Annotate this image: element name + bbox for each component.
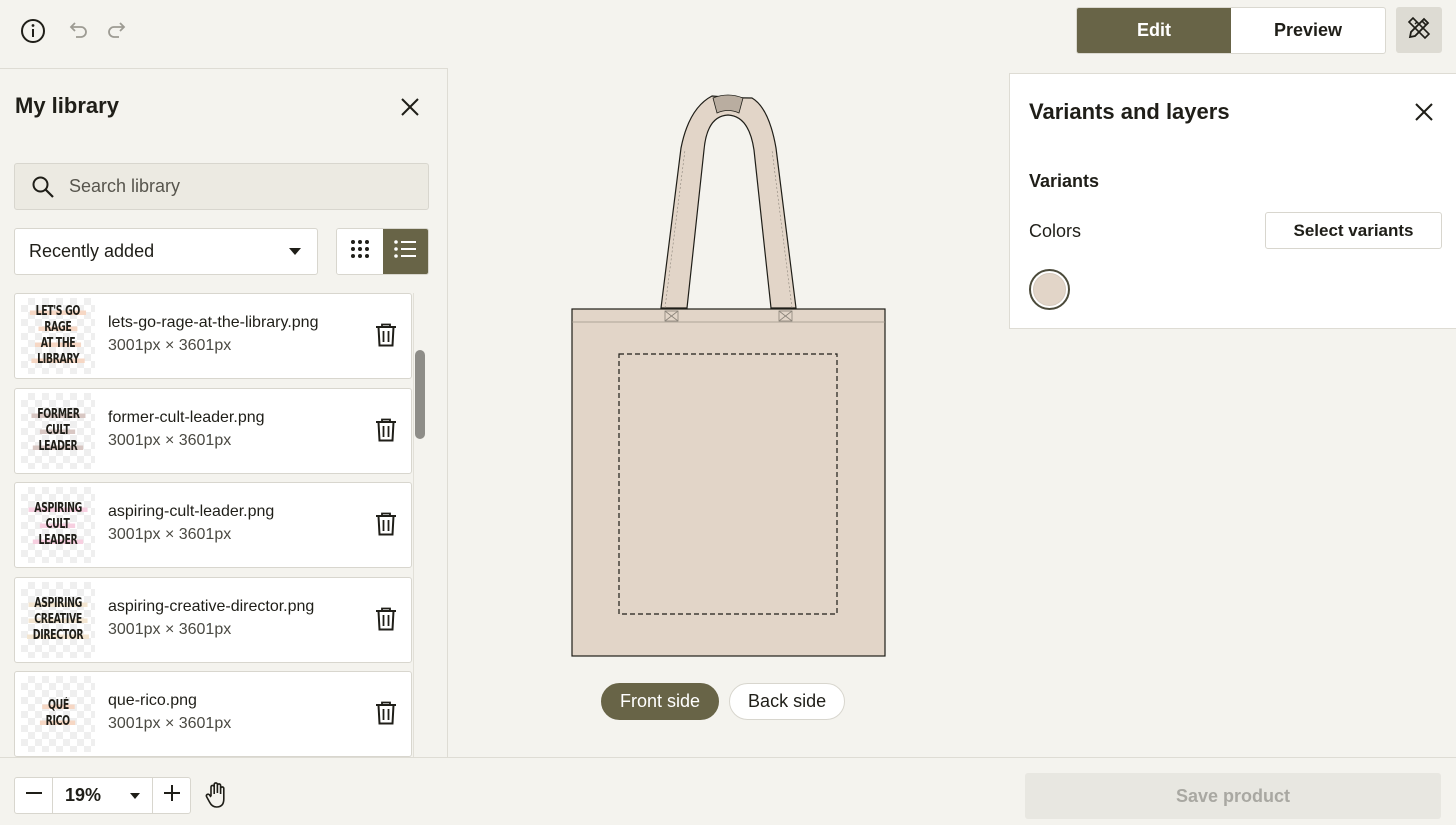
close-icon[interactable] [396, 93, 424, 121]
top-toolbar: Edit Preview [0, 0, 1456, 68]
thumbnail-text: DIRECTOR [27, 627, 89, 644]
thumbnail-text: CREATIVE [28, 611, 88, 628]
zoom-level-select[interactable]: 19% [52, 778, 153, 813]
trash-icon[interactable] [375, 418, 397, 447]
mode-switch: Edit Preview [1076, 7, 1386, 54]
library-title: My library [15, 93, 119, 118]
info-icon[interactable] [19, 17, 46, 44]
thumbnail-text: QUÉ [41, 698, 75, 714]
view-toggle [336, 228, 429, 275]
bottom-toolbar: 19% Save product [0, 757, 1456, 825]
thumbnail-text: LIBRARY [31, 352, 85, 368]
edit-mode-button[interactable]: Edit [1077, 8, 1231, 53]
design-canvas [449, 68, 1009, 757]
zoom-value: 19% [65, 785, 102, 805]
file-name: former-cult-leader.png [108, 408, 265, 426]
file-dimensions: 3001px × 3601px [108, 715, 232, 732]
file-name: que-rico.png [108, 692, 197, 709]
thumbnail-text: CULT [40, 422, 76, 439]
library-item[interactable]: FORMER CULT LEADER former-cult-leader.png 30… [14, 387, 412, 474]
trash-icon[interactable] [375, 701, 397, 730]
zoom-in-button[interactable] [153, 778, 190, 813]
design-tools-button[interactable] [1396, 7, 1442, 53]
grid-view-button[interactable] [337, 229, 383, 274]
image-thumbnail: ASPIRING CREATIVE DIRECTOR [21, 581, 95, 658]
plus-icon [163, 784, 181, 807]
hand-pan-icon[interactable] [203, 781, 231, 809]
library-panel: My library Recently added [0, 68, 448, 759]
redo-icon[interactable] [104, 18, 128, 42]
library-search [14, 163, 429, 210]
chevron-down-icon [289, 248, 301, 255]
search-input[interactable] [69, 164, 419, 209]
image-thumbnail: ASPIRING CULT LEADER [21, 487, 95, 563]
undo-icon[interactable] [67, 18, 91, 42]
color-swatch[interactable] [1029, 269, 1070, 310]
minus-icon [25, 784, 43, 807]
trash-icon[interactable] [375, 323, 397, 352]
library-item[interactable]: ASPIRING CREATIVE DIRECTOR aspiring-creativ… [14, 576, 412, 663]
zoom-control: 19% [14, 777, 191, 814]
thumbnail-text: LEADER [32, 438, 84, 455]
grid-icon [349, 238, 371, 265]
colors-label: Colors [1029, 221, 1082, 241]
library-item[interactable]: QUÉ RICO que-rico.png 3001px × 3601px [14, 671, 412, 757]
file-dimensions: 3001px × 3601px [108, 526, 232, 543]
back-side-button[interactable]: Back side [729, 683, 846, 720]
file-name: aspiring-creative-director.png [108, 597, 315, 615]
image-thumbnail: QUÉ RICO [21, 676, 95, 752]
library-item[interactable]: LET'S GO RAGE AT THE LIBRARY lets-go-rage-at… [14, 293, 412, 379]
file-name: aspiring-cult-leader.png [108, 503, 275, 520]
library-item[interactable]: ASPIRING CULT LEADER aspiring-cult-leader.p… [14, 482, 412, 568]
side-switch: Front side Back side [601, 683, 846, 720]
close-icon[interactable] [1410, 98, 1438, 126]
thumbnail-text: CULT [40, 517, 76, 533]
scrollbar-thumb[interactable] [415, 350, 425, 439]
library-scrollbar[interactable] [413, 293, 427, 759]
front-side-button[interactable]: Front side [601, 683, 720, 720]
file-dimensions: 3001px × 3601px [108, 337, 232, 354]
file-dimensions: 3001px × 3601px [108, 620, 232, 638]
sort-value: Recently added [29, 241, 155, 261]
zoom-out-button[interactable] [15, 778, 52, 813]
trash-icon[interactable] [375, 512, 397, 541]
image-thumbnail: FORMER CULT LEADER [21, 392, 95, 469]
file-dimensions: 3001px × 3601px [108, 431, 232, 449]
image-thumbnail: LET'S GO RAGE AT THE LIBRARY [21, 298, 95, 374]
trash-icon[interactable] [375, 607, 397, 636]
thumbnail-text: LET'S GO [30, 304, 86, 320]
file-name: lets-go-rage-at-the-library.png [108, 314, 319, 331]
thumbnail-text: ASPIRING [28, 501, 88, 517]
thumbnail-text: RICO [40, 714, 76, 730]
thumbnail-text: ASPIRING [28, 595, 88, 612]
thumbnail-text: FORMER [31, 406, 85, 423]
search-icon [31, 175, 55, 204]
tote-bag-mockup [571, 94, 886, 657]
variants-panel-title: Variants and layers [1029, 99, 1230, 124]
variants-panel: Variants and layers Variants Colors Sele… [1009, 73, 1456, 329]
thumbnail-text: LEADER [32, 533, 84, 549]
sort-dropdown[interactable]: Recently added [14, 228, 318, 275]
thumbnail-text: RAGE [38, 320, 78, 336]
list-view-button[interactable] [382, 229, 428, 274]
thumbnail-text: AT THE [34, 336, 82, 352]
library-list: LET'S GO RAGE AT THE LIBRARY lets-go-rage-at… [14, 293, 414, 759]
preview-mode-button[interactable]: Preview [1231, 8, 1385, 53]
variants-heading: Variants [1029, 171, 1100, 191]
pencil-ruler-icon [1406, 15, 1432, 46]
chevron-down-icon [130, 793, 140, 799]
save-product-button[interactable]: Save product [1025, 773, 1441, 819]
select-variants-button[interactable]: Select variants [1265, 212, 1442, 249]
list-icon [393, 238, 417, 265]
